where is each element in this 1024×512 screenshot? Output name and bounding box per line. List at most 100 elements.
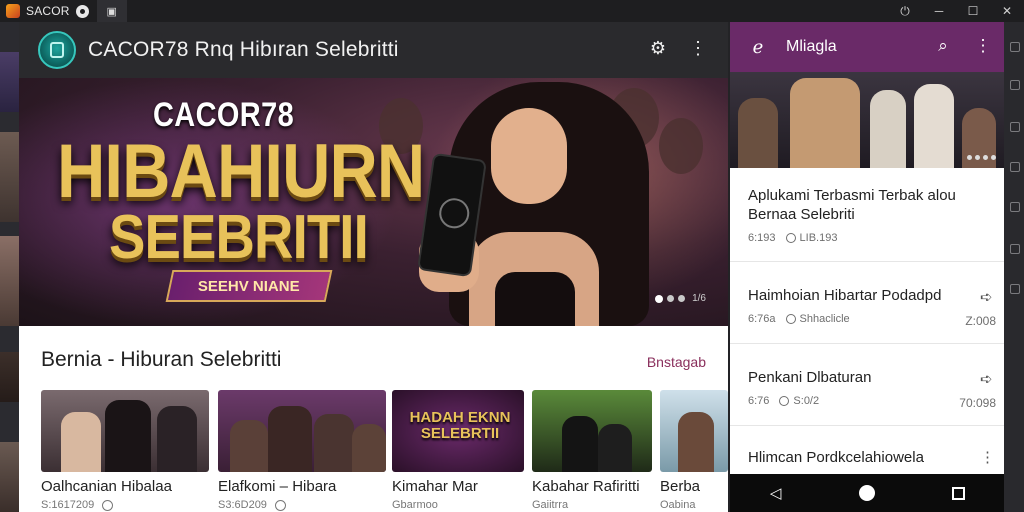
card-thumbnail [660, 390, 728, 472]
list-item-date: 6:76a [748, 313, 776, 325]
card-title: Berba [660, 478, 701, 495]
window-title: SACOR [26, 4, 70, 18]
card-date: S:1617209 [41, 499, 95, 511]
nav-back-button[interactable]: ◁ [761, 478, 791, 508]
edge-icon [1010, 284, 1020, 294]
video-card[interactable]: Berba Oabina [660, 390, 728, 511]
window-controls: ⏻ ─ ☐ ✕ [888, 0, 1024, 22]
edge-icon [1010, 80, 1020, 90]
more-vert-icon[interactable]: ⋮ [980, 448, 996, 466]
carousel-dot[interactable] [975, 155, 980, 160]
system-nav-bar: ◁ [730, 474, 1004, 512]
carousel-dot[interactable] [991, 155, 996, 160]
nav-recents-button[interactable] [943, 478, 973, 508]
hero-subheadline: SEEBRITII [109, 203, 369, 272]
card-thumbnail [532, 390, 652, 472]
more-vert-icon[interactable]: ⋮ [972, 35, 994, 57]
background-thumbnail [0, 352, 19, 402]
panel-actions: ⌕ ⋮ [932, 35, 994, 57]
carousel-counter: 1/6 [692, 293, 706, 304]
side-panel: ℯ Mliagla ⌕ ⋮ Aplukami Terbasmi Terbak a… [730, 22, 1004, 512]
phone-logo-icon [50, 42, 64, 58]
clock-icon [785, 314, 796, 324]
card-meta: Gbarmoo [392, 499, 524, 511]
section-more-link[interactable]: Bnstagab [647, 354, 706, 370]
card-date: Gaiitrra [532, 499, 569, 511]
shield-icon [75, 4, 89, 18]
card-thumbnail [218, 390, 386, 472]
video-card[interactable]: HADAH EKNN SELEBRTII Kimahar Mar Gbarmoo [392, 390, 524, 511]
window-title-bar: SACOR ▣ ⏻ ─ ☐ ✕ [0, 0, 1024, 22]
list-item-meta: 6:76a Shhaclicle [748, 313, 986, 325]
edge-icon [1010, 162, 1020, 172]
window-second-tab[interactable]: ▣ [96, 0, 127, 22]
panel-app-bar: ℯ Mliagla ⌕ ⋮ [730, 22, 1004, 72]
list-item[interactable]: Aplukami Terbasmi Terbak alou Bernaa Sel… [730, 168, 1004, 262]
card-title: Elafkomi – Hibara [218, 478, 337, 495]
thumbnail-figure [61, 412, 101, 472]
video-card[interactable]: Oalhcanian Hibalaa S:1617209 [41, 390, 209, 511]
carousel-indicator[interactable] [967, 155, 996, 160]
hero-ribbon-text: SEEHV NIANE [198, 277, 300, 295]
share-icon[interactable]: ➪ [980, 370, 996, 388]
thumbnail-figure [268, 406, 312, 472]
background-thumbnail [0, 442, 19, 512]
video-list: Aplukami Terbasmi Terbak alou Bernaa Sel… [730, 168, 1004, 476]
back-icon[interactable]: ℯ [748, 37, 768, 57]
thumbnail-figure [230, 420, 268, 472]
window-tab[interactable]: SACOR [0, 0, 89, 22]
minimize-button[interactable]: ─ [922, 0, 956, 22]
search-icon[interactable]: ⌕ [932, 35, 954, 57]
list-item-duration: 70:098 [959, 396, 996, 410]
edge-icon [1010, 202, 1020, 212]
app-logo-icon [6, 4, 20, 18]
clock-icon [102, 499, 114, 511]
background-window-left [0, 22, 19, 512]
carousel-dot[interactable] [655, 294, 664, 303]
background-thumbnail [0, 132, 19, 222]
video-card[interactable]: Kabahar Rafiritti Gaiitrra [532, 390, 652, 511]
power-button[interactable]: ⏻ [888, 0, 922, 22]
card-meta: Oabina [660, 499, 728, 511]
panel-title: Mliagla [786, 38, 837, 55]
section-title: Bernia - Hiburan Selebritti [41, 348, 282, 371]
list-item-views: LIB.193 [799, 232, 838, 244]
list-item-views: Shhaclicle [799, 313, 850, 325]
list-item-title: Penkani Dlbaturan [748, 369, 872, 386]
gear-icon[interactable]: ⚙ [646, 36, 670, 60]
carousel-indicator[interactable]: 1/6 [655, 293, 706, 304]
nav-home-button[interactable] [852, 478, 882, 508]
app-logo[interactable] [38, 31, 76, 69]
background-window-right [1004, 22, 1024, 512]
thumbnail-figure [562, 416, 598, 472]
app-bar: CACOR78 Rnq Hibıran Selebritti ⚙ ⋮ [19, 22, 728, 78]
clock-icon [779, 396, 790, 406]
list-item-views: S:0/2 [793, 395, 820, 407]
close-button[interactable]: ✕ [990, 0, 1024, 22]
card-title: Kimahar Mar [392, 478, 478, 495]
panel-hero-image[interactable] [730, 72, 1004, 168]
list-item[interactable]: Penkani Dlbaturan 6:76 S:0/2 ➪ 70:098 [730, 344, 1004, 426]
thumbnail-figure [157, 406, 197, 472]
carousel-dot[interactable] [983, 155, 988, 160]
store-icon: ▣ [106, 5, 117, 18]
crowd-figure [659, 118, 703, 174]
clock-icon [274, 499, 286, 511]
carousel-dot[interactable] [667, 295, 675, 302]
list-item-meta: 6:193 LIB.193 [748, 232, 986, 244]
person-dress [495, 272, 575, 326]
recents-icon [951, 486, 965, 500]
list-item[interactable]: Haimhoian Hibartar Podadpd 6:76a Shhacli… [730, 262, 1004, 344]
hero-ribbon: SEEHV NIANE [165, 270, 333, 302]
card-date: Oabina [660, 499, 696, 511]
more-vert-icon[interactable]: ⋮ [686, 36, 710, 60]
card-meta: S:1617209 [41, 499, 209, 511]
carousel-dot[interactable] [678, 295, 686, 302]
hero-banner[interactable]: CACOR78 HIBAHIURN SEEBRITII SEEHV NIANE … [19, 78, 728, 326]
thumbnail-figure [870, 90, 906, 168]
video-card[interactable]: Elafkomi – Hibara S3:6D209 [218, 390, 386, 511]
maximize-button[interactable]: ☐ [956, 0, 990, 22]
list-item[interactable]: Hlimcan Pordkcelahiowela ⋮ [730, 426, 1004, 476]
share-icon[interactable]: ➪ [980, 288, 996, 306]
carousel-dot[interactable] [967, 155, 972, 160]
